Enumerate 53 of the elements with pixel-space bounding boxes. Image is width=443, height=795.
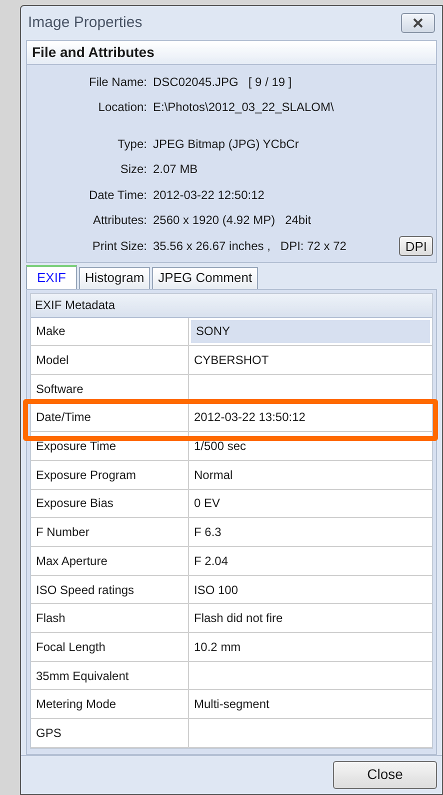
field-value: 2560 x 1920 (4.92 MP)	[153, 212, 276, 230]
field-value: [ 9 / 19 ]	[248, 74, 292, 91]
table-cell: Focal Length	[31, 633, 189, 661]
table-cell: Date/Time	[31, 404, 189, 432]
table-header: EXIF Metadata	[31, 294, 432, 318]
table-cell-text: Normal	[193, 466, 234, 484]
table-cell: F Number	[31, 518, 189, 546]
table-cell: Model	[31, 346, 189, 374]
close-button[interactable]	[401, 13, 435, 33]
close-button[interactable]: Close	[333, 760, 437, 789]
table-cell-text: ISO 100	[193, 582, 240, 599]
field-label: Type:	[116, 136, 148, 153]
section-header: File and Attributes	[27, 41, 436, 65]
field-value: 35.56 x 26.67 inches ,	[153, 238, 270, 255]
table-cell-text: F 6.3	[193, 524, 222, 542]
table-cell: Metering Mode	[31, 690, 189, 718]
table-cell: GPS	[31, 719, 189, 747]
table-cell: Exposure Bias	[31, 490, 189, 518]
field-value: 2012-03-22 12:50:12	[153, 186, 264, 204]
table-cell-text: 1/500 sec	[193, 438, 248, 456]
table-cell-text: 2012-03-22 13:50:12	[193, 409, 306, 426]
table-cell-text: F 2.04	[193, 552, 230, 570]
field-value: 24bit	[285, 212, 312, 230]
table-cell: 35mm Equivalent	[31, 662, 189, 690]
table-cell: Exposure Time	[31, 432, 189, 460]
field-label: Attributes:	[92, 212, 148, 230]
field-value: DPI: 72 x 72	[280, 238, 346, 255]
table-cell-text: 10.2 mm	[193, 638, 242, 656]
field-value: JPEG Bitmap (JPG) YCbCr	[153, 136, 299, 153]
table-cell-text: CYBERSHOT	[193, 352, 270, 370]
table-cell: Max Aperture	[31, 547, 189, 575]
tab[interactable]: Histogram	[78, 266, 150, 288]
tab[interactable]: JPEG Comment	[152, 266, 258, 288]
field-value: E:\Photos\2012_03_22_SLALOM\	[153, 99, 334, 116]
table-cell-text: Flash did not fire	[193, 610, 284, 628]
table-cell-text: Multi-segment	[193, 696, 270, 714]
field-value: DSC02045.JPG	[153, 74, 238, 91]
field-label: File Name:	[88, 74, 148, 91]
field-label: Location:	[97, 99, 148, 116]
dpi-button[interactable]: DPI	[399, 236, 433, 256]
window-title: Image Properties	[28, 12, 142, 33]
field-value: 2.07 MB	[153, 161, 198, 178]
table-cell: Software	[31, 374, 189, 403]
table-cell: Exposure Program	[31, 460, 189, 489]
field-label: Date Time:	[88, 186, 148, 204]
table-cell-text: 0 EV	[193, 495, 222, 512]
field-label: Size:	[119, 161, 148, 178]
close-icon	[412, 18, 424, 28]
table-cell: SONY	[189, 318, 432, 346]
field-label: Print Size:	[91, 238, 148, 255]
table-cell: Flash	[31, 604, 189, 632]
table-cell: ISO Speed ratings	[31, 576, 189, 604]
tab[interactable]: EXIF	[26, 264, 77, 288]
